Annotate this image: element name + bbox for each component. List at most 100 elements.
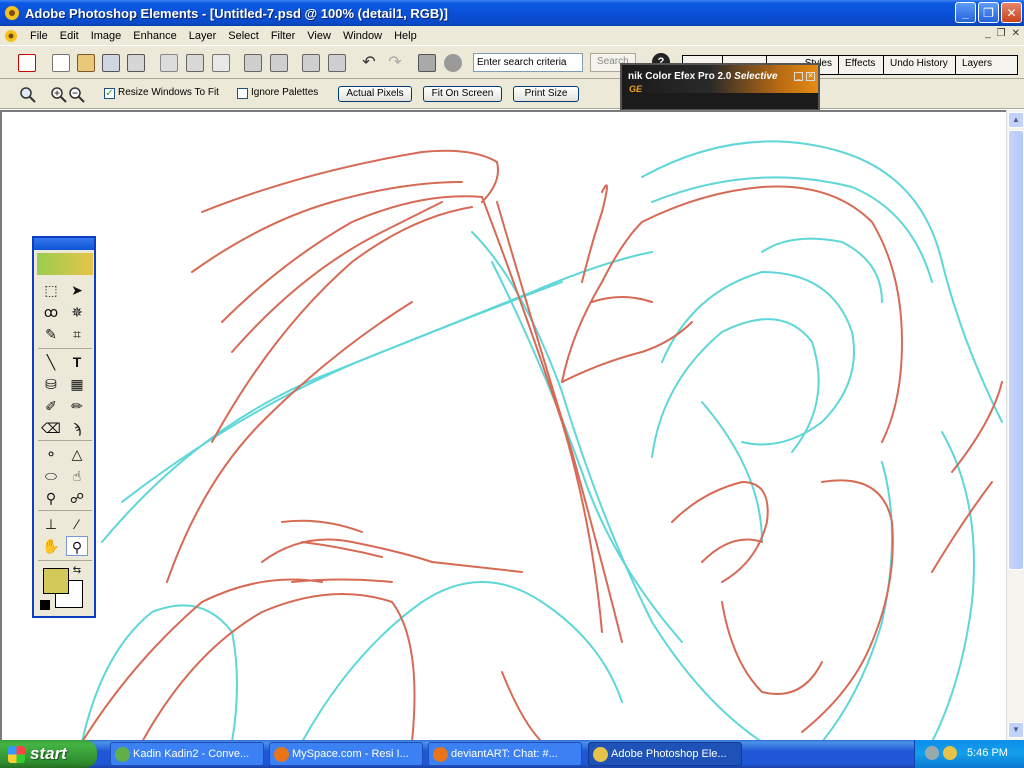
menu-file[interactable]: File (24, 30, 54, 42)
ignore-palettes-label: Ignore Palettes (251, 87, 319, 98)
pencil-tool-icon[interactable]: ✏ (66, 396, 88, 416)
import-icon[interactable] (127, 54, 145, 72)
dragon-sketch (81, 140, 1003, 740)
doc-minimize-button[interactable]: _ (985, 28, 991, 39)
selection-brush-tool-icon[interactable]: ✎ (40, 324, 62, 344)
smudge-tool-icon[interactable]: ☝ (66, 466, 88, 486)
doc-close-button[interactable]: ✕ (1012, 28, 1020, 39)
eyedropper-tool-icon[interactable]: ⁄ (66, 514, 88, 534)
magic-wand-tool-icon[interactable]: ✵ (66, 302, 88, 322)
nik-panel-subtitle: GE (629, 84, 643, 94)
palette-tab-effects[interactable]: Effects (839, 56, 884, 74)
adobe-logo-icon[interactable] (18, 54, 36, 72)
line-tool-icon[interactable]: ╲ (40, 352, 62, 372)
menu-window[interactable]: Window (337, 30, 388, 42)
redo-icon[interactable]: ↷ (386, 54, 404, 72)
save-for-web-icon[interactable] (186, 54, 204, 72)
swap-colors-icon[interactable]: ⇆ (70, 564, 84, 578)
menu-select[interactable]: Select (222, 30, 265, 42)
messenger-tray-icon[interactable] (943, 746, 957, 760)
taskbar: start Kadin Kadin2 - Conve... MySpace.co… (0, 740, 1024, 768)
zoom-out-icon[interactable] (68, 86, 86, 104)
blur-tool-icon[interactable]: ⚬ (40, 444, 62, 464)
default-colors-icon[interactable] (40, 600, 50, 610)
quick-fix-icon[interactable] (418, 54, 436, 72)
toolbox-title-bar[interactable] (34, 238, 94, 250)
zoom-tool-option-icon[interactable] (19, 86, 37, 104)
task-label: Adobe Photoshop Ele... (611, 748, 727, 760)
network-icon[interactable] (925, 746, 939, 760)
scroll-up-icon[interactable]: ▲ (1008, 112, 1024, 128)
task-deviantart-chat[interactable]: deviantART: Chat: #... (428, 742, 582, 766)
pdf-icon[interactable] (212, 54, 230, 72)
photoshop-elements-icon (5, 6, 19, 20)
nik-color-efex-panel[interactable]: nik Color Efex Pro 2.0 Selective GE _ ✕ (620, 63, 820, 111)
scroll-down-icon[interactable]: ▼ (1008, 722, 1024, 738)
menu-enhance[interactable]: Enhance (127, 30, 182, 42)
dodge-tool-icon[interactable]: ⚲ (40, 488, 62, 508)
document-icon[interactable] (4, 29, 18, 43)
marquee-tool-icon[interactable]: ⬚ (40, 280, 62, 300)
ignore-palettes-checkbox[interactable] (237, 88, 248, 99)
type-tool-icon[interactable]: T (66, 352, 88, 372)
zoom-tool-icon[interactable]: ⚲ (66, 536, 88, 556)
vertical-scrollbar[interactable]: ▲ ▼ (1006, 110, 1024, 740)
undo-icon[interactable]: ↶ (360, 54, 378, 72)
brush-tool-icon[interactable]: ✐ (40, 396, 62, 416)
minimize-button[interactable]: _ (955, 2, 976, 23)
menu-layer[interactable]: Layer (183, 30, 223, 42)
menu-filter[interactable]: Filter (265, 30, 301, 42)
scroll-thumb[interactable] (1008, 130, 1024, 570)
photoshop-elements-icon (593, 747, 608, 762)
sharpen-tool-icon[interactable]: △ (66, 444, 88, 464)
new-file-icon[interactable] (52, 54, 70, 72)
print-preview-icon[interactable] (328, 54, 346, 72)
gradient-tool-icon[interactable]: ▦ (66, 374, 88, 394)
sponge-tool-icon[interactable]: ⬭ (40, 466, 62, 486)
foreground-color-swatch[interactable] (43, 568, 69, 594)
lasso-tool-icon[interactable]: ꝏ (40, 302, 62, 322)
menu-help[interactable]: Help (388, 30, 423, 42)
close-button[interactable]: ✕ (1001, 2, 1022, 23)
open-file-icon[interactable] (77, 54, 95, 72)
palette-tab-layers[interactable]: Layers (956, 56, 1017, 74)
nik-close-icon[interactable]: ✕ (806, 72, 815, 81)
resize-windows-checkbox[interactable]: ✓ (104, 88, 115, 99)
print-size-button[interactable]: Print Size (513, 86, 579, 102)
zoom-in-icon[interactable] (50, 86, 68, 104)
print-icon[interactable] (302, 54, 320, 72)
document-canvas[interactable] (0, 110, 1006, 740)
menu-edit[interactable]: Edit (54, 30, 85, 42)
maximize-button[interactable]: ❐ (978, 2, 999, 23)
color-variations-icon[interactable] (444, 54, 462, 72)
fit-on-screen-button[interactable]: Fit On Screen (423, 86, 502, 102)
red-eye-brush-tool-icon[interactable]: ϡ (66, 418, 88, 438)
search-input[interactable] (473, 53, 583, 72)
menu-bar: File Edit Image Enhance Layer Select Fil… (0, 26, 1024, 45)
task-myspace[interactable]: MySpace.com - Resi I... (269, 742, 423, 766)
firefox-icon (433, 747, 448, 762)
task-kadin-conversation[interactable]: Kadin Kadin2 - Conve... (110, 742, 264, 766)
title-bar: Adobe Photoshop Elements - [Untitled-7.p… (0, 0, 1024, 26)
system-tray: 5:46 PM (914, 740, 1024, 768)
actual-pixels-button[interactable]: Actual Pixels (338, 86, 412, 102)
paint-bucket-tool-icon[interactable]: ⛁ (40, 374, 62, 394)
online-services-icon[interactable] (270, 54, 288, 72)
nik-minimize-icon[interactable]: _ (794, 72, 803, 81)
eraser-tool-icon[interactable]: ⌫ (40, 418, 62, 438)
move-tool-icon[interactable]: ➤ (66, 280, 88, 300)
cyan-sketch-layer (81, 140, 1003, 740)
crop-tool-icon[interactable]: ⌗ (66, 324, 88, 344)
clone-stamp-tool-icon[interactable]: ⊥ (40, 514, 62, 534)
palette-tab-undo-history[interactable]: Undo History (884, 56, 956, 74)
attach-to-email-icon[interactable] (244, 54, 262, 72)
menu-view[interactable]: View (301, 30, 337, 42)
menu-image[interactable]: Image (85, 30, 128, 42)
save-icon[interactable] (160, 54, 178, 72)
doc-restore-button[interactable]: ❐ (997, 28, 1006, 39)
hand-tool-icon[interactable]: ✋ (40, 536, 62, 556)
start-button[interactable]: start (0, 740, 97, 768)
burn-tool-icon[interactable]: ☍ (66, 488, 88, 508)
task-photoshop-elements[interactable]: Adobe Photoshop Ele... (588, 742, 742, 766)
browse-icon[interactable] (102, 54, 120, 72)
